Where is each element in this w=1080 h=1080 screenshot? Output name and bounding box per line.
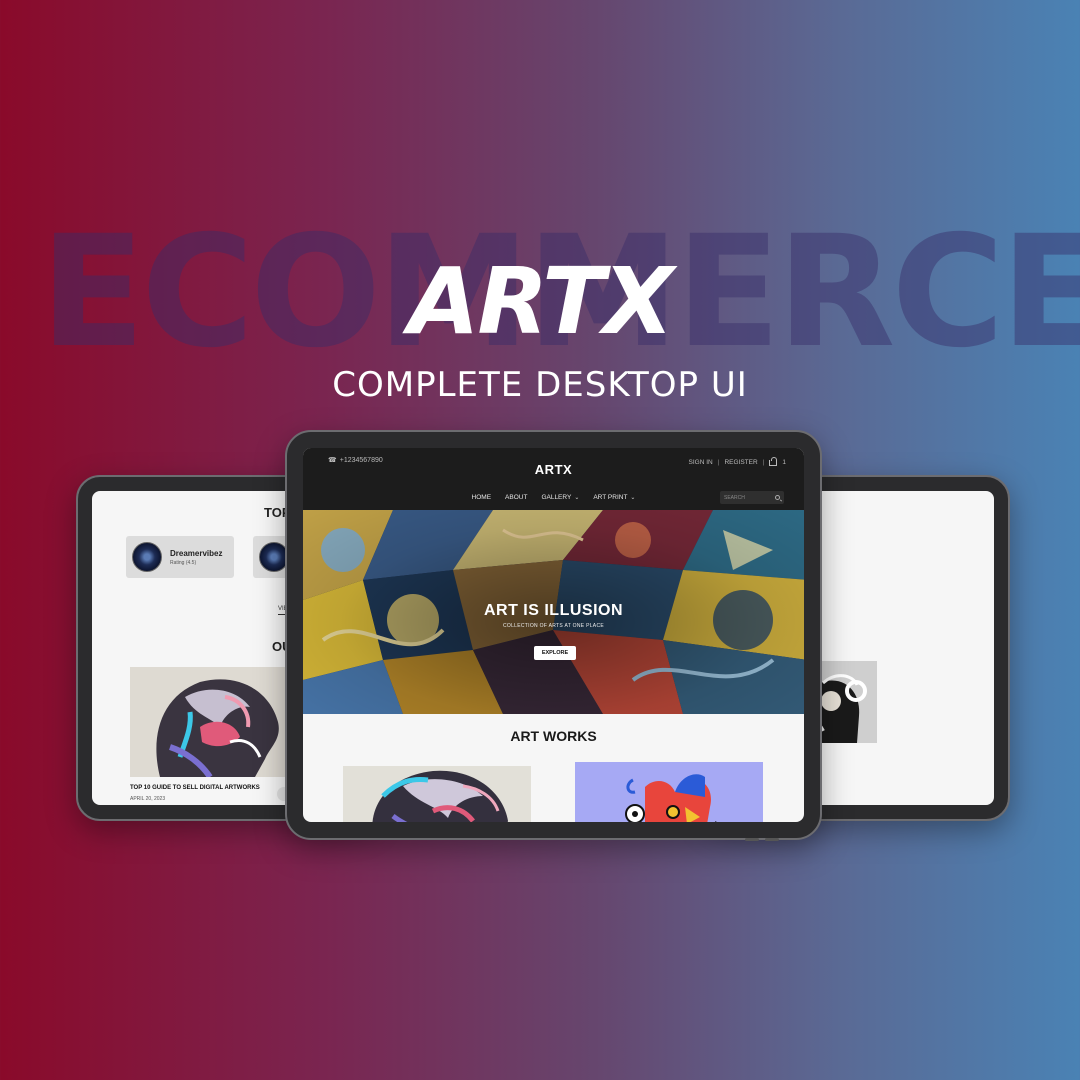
artist-name: Dreamervibez bbox=[170, 548, 223, 558]
auth-links: SIGN IN | REGISTER | 1 bbox=[689, 456, 786, 466]
artist-card[interactable]: Dreamervibez Rating (4.5) bbox=[126, 536, 234, 578]
cart-count: 1 bbox=[782, 459, 786, 466]
chevron-down-icon: ⌄ bbox=[630, 495, 636, 501]
cart-icon[interactable] bbox=[769, 456, 778, 466]
search-input[interactable]: SEARCH bbox=[720, 491, 784, 504]
artworks-heading: ART WORKS bbox=[510, 728, 597, 744]
nav-art-print-label: ART PRINT bbox=[593, 494, 628, 501]
tagline: COMPLETE DESKTOP UI bbox=[332, 365, 748, 405]
sign-in-link[interactable]: SIGN IN bbox=[689, 459, 713, 466]
blog-title[interactable]: TOP 10 GUIDE TO SELL DIGITAL ARTWORKS bbox=[130, 785, 260, 791]
center-tablet-screen: ☎ +1234567890 ARTX SIGN IN | REGISTER | … bbox=[303, 448, 804, 822]
separator: | bbox=[762, 459, 765, 466]
hero-title: ART IS ILLUSION bbox=[483, 602, 624, 619]
site-header: ☎ +1234567890 ARTX SIGN IN | REGISTER | … bbox=[303, 448, 804, 510]
explore-button[interactable]: EXPLORE bbox=[534, 646, 576, 660]
center-tablet: ☎ +1234567890 ARTX SIGN IN | REGISTER | … bbox=[285, 430, 822, 841]
artwork-image[interactable] bbox=[343, 766, 531, 822]
avatar bbox=[132, 542, 162, 572]
hero-banner: ART IS ILLUSION COLLECTION OF ARTS AT ON… bbox=[303, 510, 804, 714]
register-link[interactable]: REGISTER bbox=[724, 459, 757, 466]
nav-about-label: ABOUT bbox=[505, 494, 528, 501]
nav-home-label: HOME bbox=[471, 494, 492, 501]
nav-home[interactable]: HOME bbox=[472, 494, 492, 501]
nav-art-print[interactable]: ART PRINT ⌄ bbox=[593, 494, 635, 501]
blog-date: APRIL 20, 2023 bbox=[130, 796, 166, 802]
separator: | bbox=[717, 459, 720, 466]
artwork-image[interactable] bbox=[575, 762, 763, 822]
nav-gallery[interactable]: GALLERY ⌄ bbox=[541, 494, 579, 501]
search-placeholder: SEARCH bbox=[724, 494, 745, 501]
nav-about[interactable]: ABOUT bbox=[505, 494, 527, 501]
brand-logo: ARTX bbox=[408, 248, 674, 355]
tablet-button bbox=[745, 838, 759, 841]
search-icon[interactable] bbox=[775, 495, 780, 500]
artist-rating: Rating (4.5) bbox=[170, 559, 197, 566]
tablet-button bbox=[765, 838, 779, 841]
hero-subtitle: COLLECTION OF ARTS AT ONE PLACE bbox=[503, 623, 604, 629]
nav-gallery-label: GALLERY bbox=[541, 494, 572, 501]
blog-image[interactable] bbox=[130, 667, 300, 777]
chevron-down-icon: ⌄ bbox=[574, 495, 580, 501]
